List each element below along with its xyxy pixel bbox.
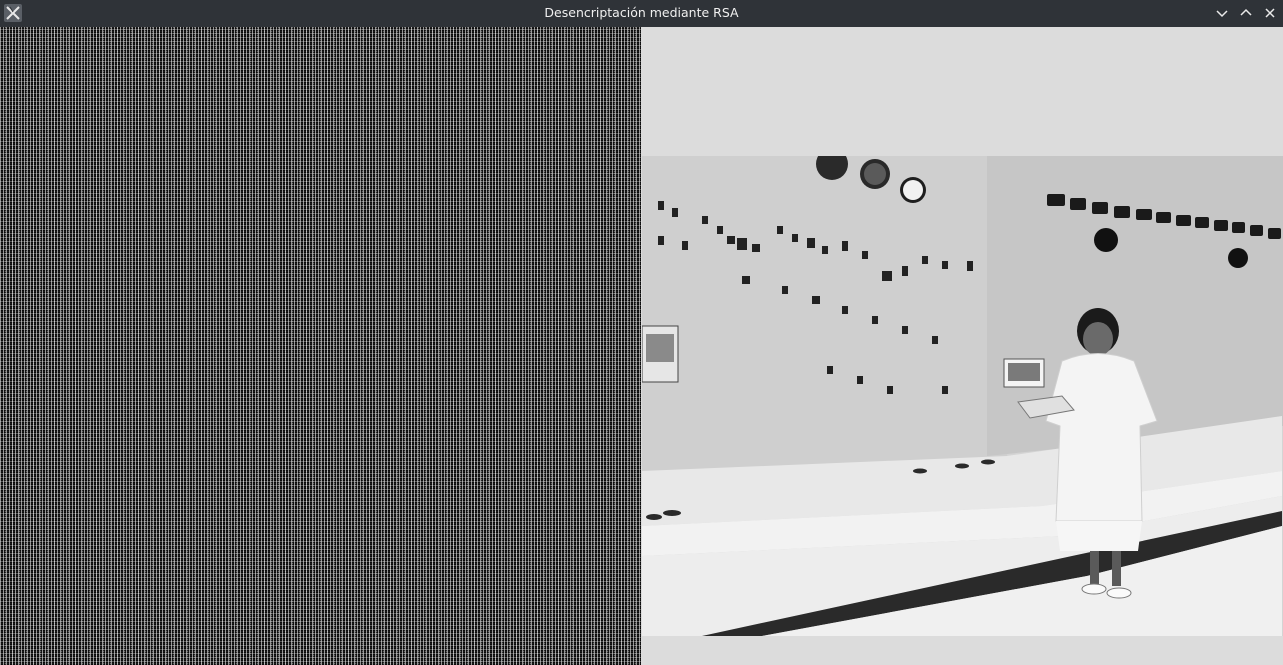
- maximize-button[interactable]: [1237, 4, 1255, 22]
- maximize-icon: [1240, 8, 1252, 16]
- decrypted-image-panel: [641, 27, 1283, 665]
- control-room-photo: [642, 156, 1283, 636]
- encrypted-image: [0, 27, 641, 665]
- decrypted-image: [642, 156, 1283, 636]
- close-button[interactable]: [1261, 4, 1279, 22]
- app-window: Desencriptación mediante RSA: [0, 0, 1283, 665]
- image-area: [0, 27, 1283, 665]
- minimize-button[interactable]: [1213, 4, 1231, 22]
- window-title: Desencriptación mediante RSA: [544, 5, 739, 20]
- close-icon: [1265, 8, 1275, 18]
- title-bar[interactable]: Desencriptación mediante RSA: [0, 0, 1283, 27]
- minimize-icon: [1216, 10, 1228, 18]
